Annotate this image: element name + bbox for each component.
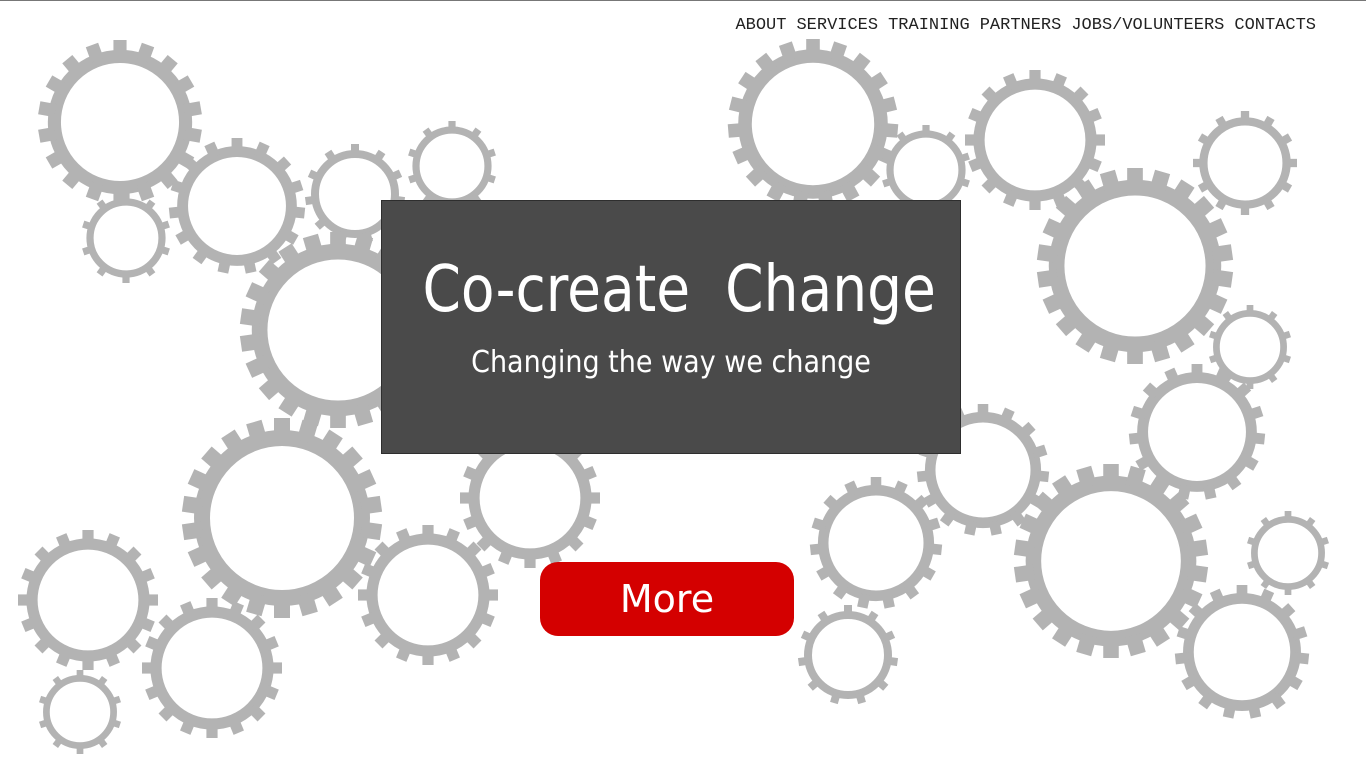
hero-subtitle: Changing the way we change	[471, 345, 871, 380]
hero-title: Co-create Change	[422, 253, 936, 327]
more-button[interactable]: More	[540, 562, 794, 636]
gear-icon	[1174, 585, 1310, 719]
gear-icon	[1128, 364, 1266, 500]
nav-item-contacts[interactable]: CONTACTS	[1234, 16, 1316, 35]
nav-item-services[interactable]: SERVICES	[796, 16, 878, 35]
gear-icon	[809, 477, 943, 609]
gear-icon	[408, 121, 496, 211]
gear-icon	[38, 40, 202, 204]
gear-icon	[181, 418, 383, 618]
gear-icon	[358, 525, 498, 665]
main-nav: ABOUT SERVICES TRAINING PARTNERS JOBS/VO…	[735, 16, 1316, 35]
gear-icon	[1013, 464, 1209, 658]
gear-icon	[1193, 111, 1297, 215]
gear-icon	[82, 193, 170, 283]
gear-icon	[1036, 168, 1234, 364]
gear-icon	[18, 530, 158, 670]
gear-icon	[39, 670, 121, 754]
nav-item-about[interactable]: ABOUT	[735, 16, 786, 35]
gear-icon	[142, 598, 282, 738]
hero-banner: Co-create Change Changing the way we cha…	[381, 200, 961, 454]
nav-item-partners[interactable]: PARTNERS	[980, 16, 1062, 35]
nav-item-jobs-volunteers[interactable]: JOBS/VOLUNTEERS	[1071, 16, 1224, 35]
gear-icon	[797, 605, 899, 705]
gear-icon	[727, 39, 899, 209]
nav-item-training[interactable]: TRAINING	[888, 16, 970, 35]
gear-icon	[1247, 511, 1329, 595]
